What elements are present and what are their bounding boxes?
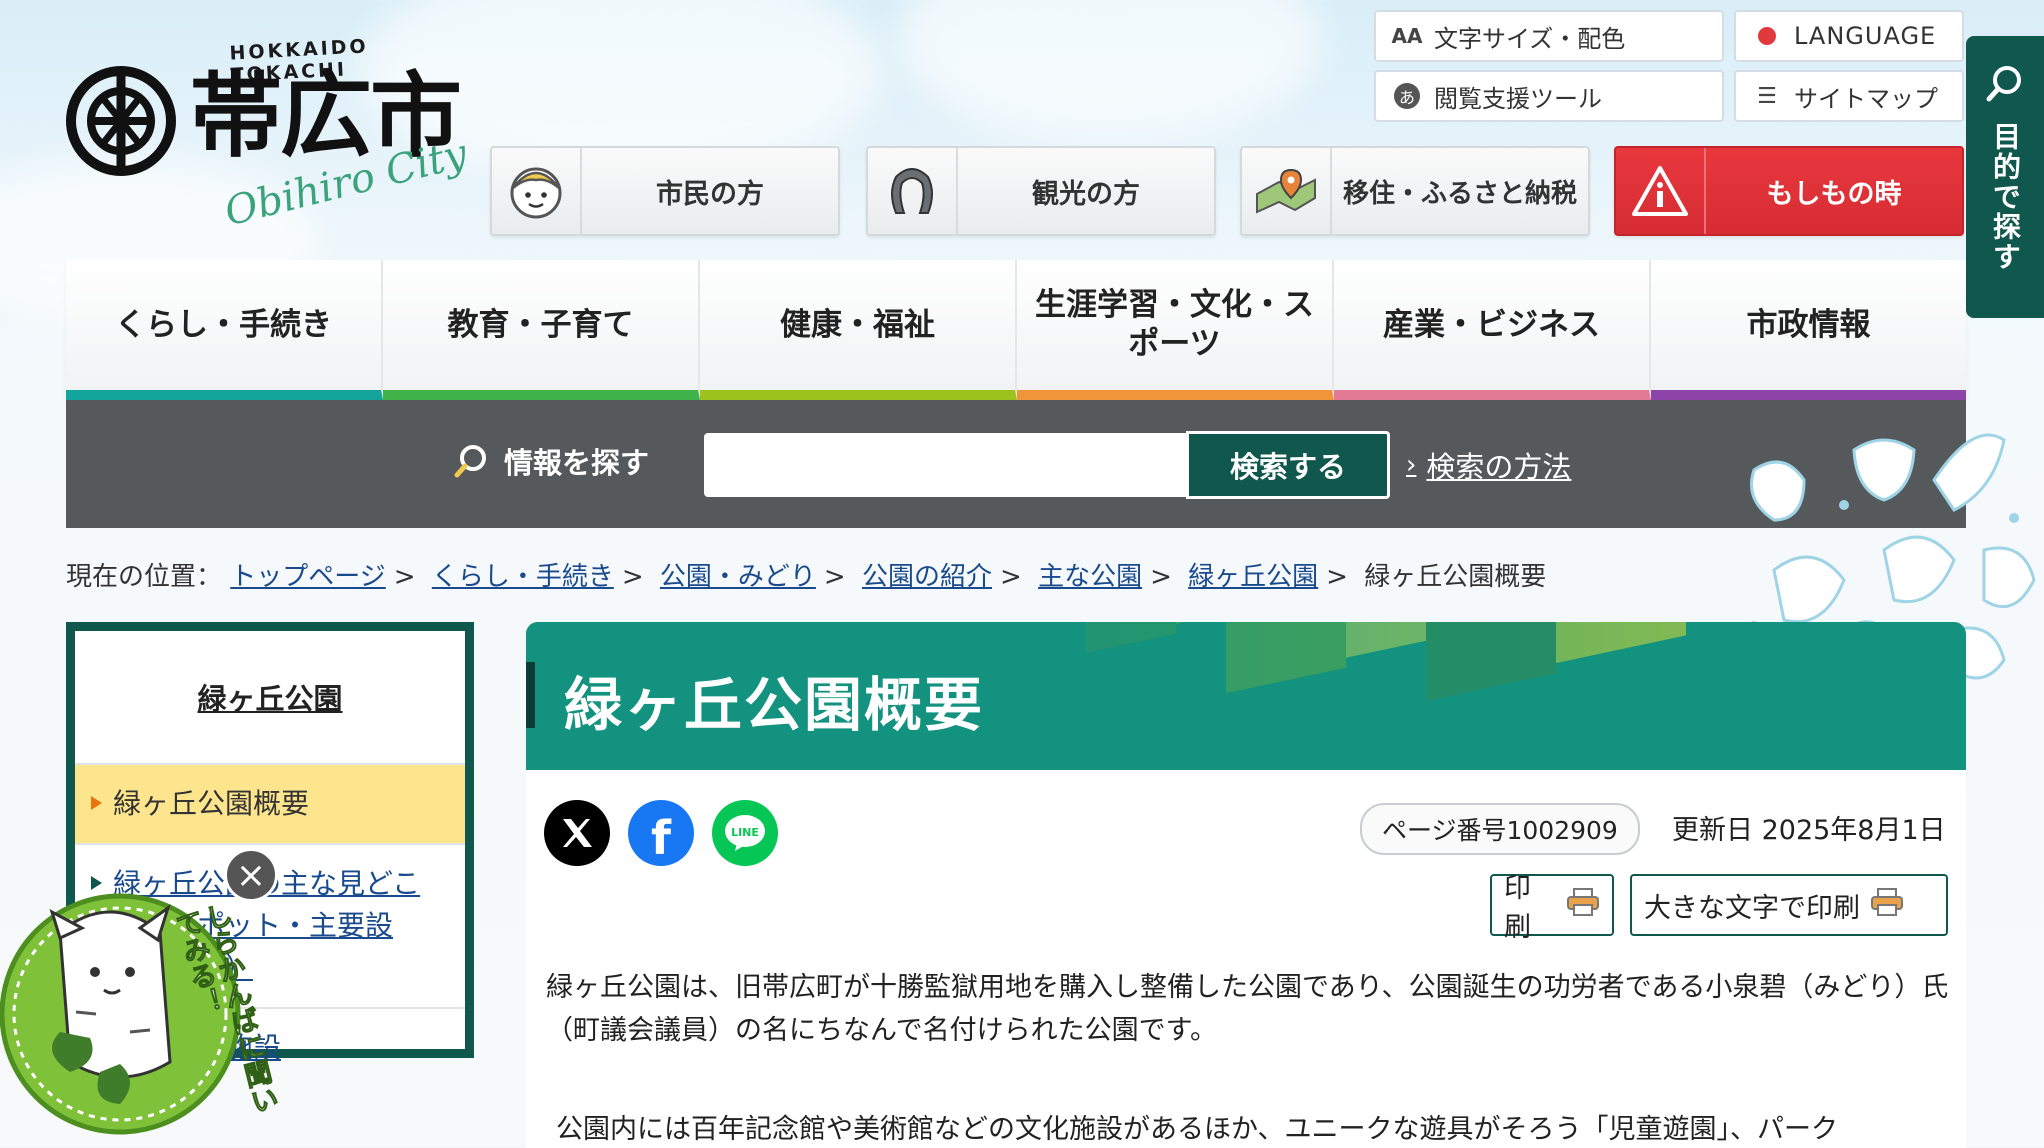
line-share-button[interactable]: LINE	[712, 800, 778, 866]
body-paragraph: 公園内には百年記念館や美術館などの文化施設があるほか、ユニークな遊具がそろう「児…	[556, 1114, 1838, 1145]
nav-item-living[interactable]: くらし・手続き	[66, 260, 383, 400]
nav-label: 健康・福祉	[780, 306, 935, 343]
nav-item-business[interactable]: 産業・ビジネス	[1334, 260, 1651, 400]
audience-label: 移住・ふるさと納税	[1342, 178, 1577, 209]
facebook-share-button[interactable]: f	[628, 800, 694, 866]
facebook-logo-icon: f	[650, 811, 671, 865]
page-number-badge: ページ番号1002909	[1360, 803, 1640, 855]
print-large-button[interactable]: 大きな文字で印刷	[1630, 874, 1948, 936]
site-logo[interactable]: HOKKAIDO TOKACHI 帯広市 Obihiro City	[62, 28, 482, 235]
printer-icon	[1870, 887, 1904, 924]
alert-info-icon	[1616, 148, 1706, 234]
breadcrumb-separator: >	[1150, 562, 1172, 592]
breadcrumb-separator: >	[823, 562, 846, 592]
language-button[interactable]: LANGUAGE	[1734, 10, 1964, 62]
search-title: 情報を探す	[452, 440, 649, 482]
font-size-label: 文字サイズ・配色	[1434, 24, 1626, 53]
global-nav: くらし・手続き 教育・子育て 健康・福祉 生涯学習・文化・スポーツ 産業・ビジネ…	[66, 260, 1966, 400]
nav-label: 産業・ビジネス	[1383, 306, 1600, 343]
printer-icon	[1566, 887, 1600, 924]
page-title: 緑ヶ丘公園概要	[564, 671, 985, 739]
site-search-bar: 情報を探す 検索する › 検索の方法	[66, 400, 1966, 528]
breadcrumb-separator: >	[393, 562, 416, 592]
language-dot-icon	[1750, 27, 1784, 45]
breadcrumb-current: 緑ヶ丘公園概要	[1364, 562, 1547, 592]
x-share-button[interactable]	[544, 800, 610, 866]
breadcrumb-link[interactable]: 公園・みどり	[660, 562, 816, 592]
purpose-search-tab[interactable]: 目的で探す	[1966, 36, 2044, 318]
menu-lines-icon: ☰	[1757, 83, 1777, 109]
font-size-icon: AA	[1391, 24, 1423, 48]
search-icon	[454, 445, 486, 478]
breadcrumb-link[interactable]: 緑ヶ丘公園	[1188, 562, 1318, 592]
breadcrumb-link[interactable]: 公園の紹介	[862, 562, 992, 592]
audience-migration-button[interactable]: 移住・ふるさと納税	[1240, 146, 1590, 236]
breadcrumb-prefix: 現在の位置：	[66, 562, 223, 592]
main-content: f LINE ページ番号1002909 更新日 2025年8月1日 印刷 大きな…	[526, 770, 1966, 1148]
local-nav-heading[interactable]: 緑ヶ丘公園	[75, 631, 465, 763]
local-nav-item-current[interactable]: 緑ヶ丘公園概要	[75, 763, 465, 843]
citizen-face-icon	[492, 148, 582, 234]
search-help-label: 検索の方法	[1426, 450, 1572, 484]
audience-emergency-button[interactable]: もしもの時	[1614, 146, 1964, 236]
audience-tourist-button[interactable]: 観光の方	[866, 146, 1216, 236]
updated-date: 更新日 2025年8月1日	[1672, 815, 1946, 846]
audience-label: 観光の方	[1032, 178, 1140, 210]
breadcrumb-link[interactable]: 主な公園	[1038, 562, 1142, 592]
nav-item-city-info[interactable]: 市政情報	[1651, 260, 1966, 400]
nav-label: 市政情報	[1746, 306, 1871, 343]
breadcrumb: 現在の位置： トップページ > くらし・手続き > 公園・みどり > 公園の紹介 > 主…	[66, 556, 1546, 593]
chatbot-mascot[interactable]: しらかんばに聞いてみる！ ×	[0, 842, 300, 1148]
nav-label: くらし・手続き	[115, 306, 332, 343]
nav-item-education[interactable]: 教育・子育て	[383, 260, 700, 400]
reading-support-label: 閲覧支援ツール	[1434, 84, 1602, 113]
title-accent-bar	[526, 662, 535, 728]
language-label: LANGUAGE	[1794, 22, 1937, 50]
breadcrumb-link[interactable]: トップページ	[230, 562, 385, 592]
body-paragraph: 緑ヶ丘公園は、旧帯広町が十勝監獄用地を購入し整備した公園であり、公園誕生の功労者…	[546, 972, 1949, 1047]
horseshoe-icon	[868, 148, 958, 234]
audience-label: もしもの時	[1766, 178, 1902, 210]
purpose-search-label: 目的で探す	[1989, 122, 2022, 272]
city-emblem-icon	[66, 66, 176, 176]
search-submit-button[interactable]: 検索する	[1186, 431, 1390, 499]
nav-label: 教育・子育て	[447, 306, 634, 343]
search-icon	[1986, 66, 2021, 102]
svg-text:LINE: LINE	[731, 826, 759, 839]
sitemap-button[interactable]: ☰ サイトマップ	[1734, 70, 1964, 122]
map-pin-icon	[1242, 148, 1332, 234]
print-button[interactable]: 印刷	[1490, 873, 1614, 943]
x-logo-icon	[563, 819, 592, 847]
search-title-label: 情報を探す	[504, 446, 650, 480]
print-large-label: 大きな文字で印刷	[1644, 892, 1860, 924]
sitemap-label: サイトマップ	[1794, 84, 1938, 113]
audience-label: 市民の方	[656, 178, 764, 210]
chevron-right-icon: ›	[1406, 450, 1417, 480]
reading-support-icon: あ	[1390, 83, 1424, 109]
reading-support-button[interactable]: あ 閲覧支援ツール	[1374, 70, 1724, 122]
page-title-banner: 緑ヶ丘公園概要	[526, 622, 1966, 770]
nav-label: 生涯学習・文化・スポーツ	[1035, 287, 1314, 362]
search-input[interactable]	[704, 433, 1194, 497]
nav-item-culture[interactable]: 生涯学習・文化・スポーツ	[1017, 260, 1334, 400]
close-icon[interactable]: ×	[224, 848, 278, 902]
background-cloud	[900, 0, 1320, 140]
breadcrumb-link[interactable]: くらし・手続き	[432, 562, 614, 592]
nav-item-health[interactable]: 健康・福祉	[700, 260, 1017, 400]
breadcrumb-separator: >	[1326, 562, 1348, 592]
breadcrumb-separator: >	[621, 562, 644, 592]
audience-citizen-button[interactable]: 市民の方	[490, 146, 840, 236]
line-logo-icon: LINE	[725, 815, 765, 851]
font-size-color-button[interactable]: AA 文字サイズ・配色	[1374, 10, 1724, 62]
search-help-link[interactable]: › 検索の方法	[1406, 444, 1571, 486]
breadcrumb-separator: >	[1000, 562, 1022, 592]
print-label: 印刷	[1504, 873, 1531, 943]
